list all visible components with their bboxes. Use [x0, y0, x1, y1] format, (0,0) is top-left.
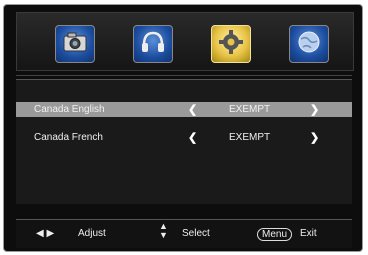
footer-hints: ◀ ▶ Adjust ▲ ▼ Select Menu Exit — [16, 219, 352, 248]
arrow-right-icon[interactable]: ❯ — [310, 131, 319, 144]
tab-sound[interactable] — [133, 25, 173, 63]
top-tab-bar — [16, 12, 354, 71]
row-label: Canada English — [34, 104, 105, 115]
headphones-icon — [140, 30, 166, 59]
arrow-left-icon[interactable]: ❮ — [188, 103, 197, 116]
tab-channel[interactable] — [289, 25, 329, 63]
globe-icon — [297, 30, 321, 59]
tab-picture[interactable] — [55, 25, 95, 63]
adjust-hint: Adjust — [78, 228, 106, 239]
exit-hint: Exit — [300, 228, 317, 239]
settings-panel: Canada English ❮ EXEMPT ❯ Canada French … — [16, 79, 352, 204]
select-hint: Select — [182, 228, 210, 239]
up-down-arrows-icon: ▲ ▼ — [159, 221, 168, 240]
arrow-right-icon[interactable]: ❯ — [310, 103, 319, 116]
gear-icon — [218, 29, 244, 60]
arrow-left-icon[interactable]: ❮ — [188, 131, 197, 144]
camera-icon — [62, 31, 88, 58]
menu-badge: Menu — [257, 228, 293, 241]
divider — [16, 75, 352, 76]
row-value: EXEMPT — [229, 104, 271, 115]
row-value: EXEMPT — [229, 132, 271, 143]
tab-setup[interactable] — [211, 25, 251, 63]
left-right-arrows-icon: ◀ ▶ — [36, 228, 55, 239]
row-canada-french[interactable]: Canada French ❮ EXEMPT ❯ — [16, 130, 352, 145]
row-canada-english[interactable]: Canada English ❮ EXEMPT ❯ — [16, 102, 352, 117]
osd-screen: Canada English ❮ EXEMPT ❯ Canada French … — [3, 4, 363, 252]
row-label: Canada French — [34, 132, 103, 143]
menu-key-icon: Menu — [257, 228, 296, 241]
